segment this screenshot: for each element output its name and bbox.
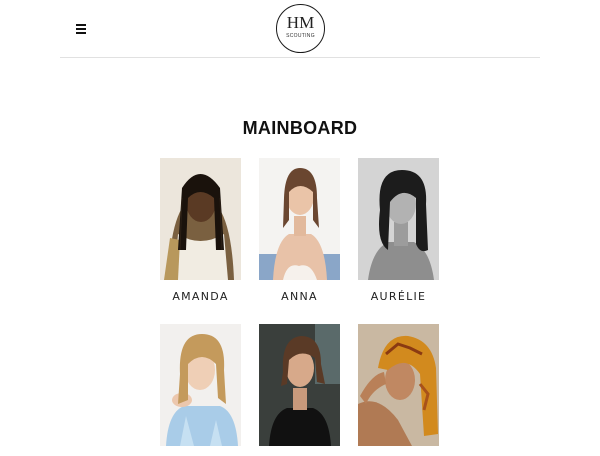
logo-mark: HM <box>286 13 315 32</box>
model-card-amanda[interactable]: AMANDA <box>160 158 241 303</box>
site-header: HM SCOUTING <box>60 0 540 58</box>
site-logo[interactable]: HM SCOUTING <box>276 4 325 53</box>
portrait-image <box>160 158 241 280</box>
model-photo[interactable] <box>358 324 439 446</box>
model-card-aurelie[interactable]: AURÉLIE <box>358 158 439 303</box>
portrait-image <box>259 324 340 446</box>
model-name[interactable]: AURÉLIE <box>358 290 439 303</box>
model-photo[interactable] <box>259 158 340 280</box>
portrait-image <box>259 158 340 280</box>
portrait-image <box>160 324 241 446</box>
hamburger-menu-icon[interactable] <box>76 24 86 34</box>
model-name[interactable]: ANNA <box>259 290 340 303</box>
model-card-5[interactable] <box>259 324 340 456</box>
model-card-anna[interactable]: ANNA <box>259 158 340 303</box>
model-name[interactable]: AMANDA <box>160 290 241 303</box>
model-photo[interactable] <box>358 158 439 280</box>
model-photo[interactable] <box>160 158 241 280</box>
model-photo[interactable] <box>259 324 340 446</box>
model-photo[interactable] <box>160 324 241 446</box>
portrait-image <box>358 158 439 280</box>
logo-subtitle: SCOUTING <box>286 33 315 39</box>
model-card-6[interactable] <box>358 324 439 456</box>
model-card-4[interactable] <box>160 324 241 456</box>
portrait-image <box>358 324 439 446</box>
page-title: MAINBOARD <box>242 118 358 138</box>
